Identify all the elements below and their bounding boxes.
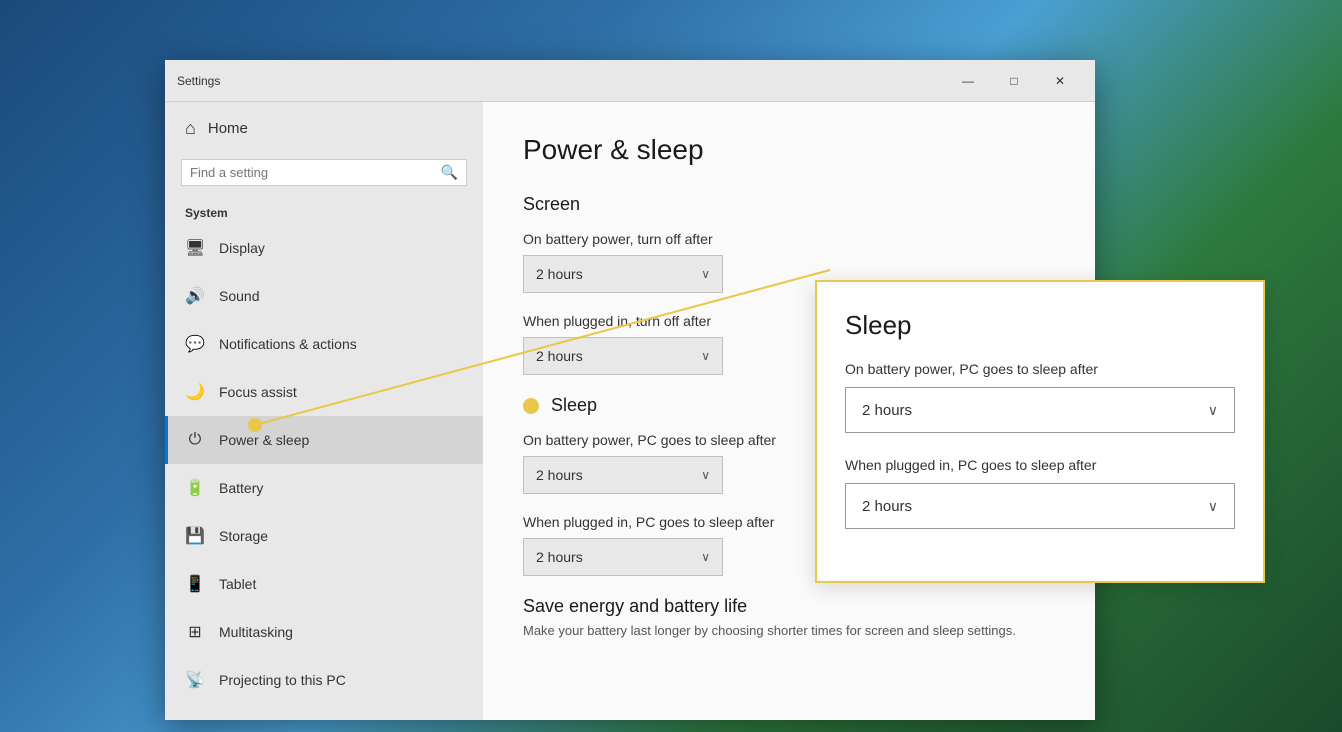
minimize-button[interactable]: — bbox=[945, 65, 991, 97]
sidebar-item-display[interactable]: 🖥 Display bbox=[165, 224, 483, 272]
screen-battery-dropdown[interactable]: 2 hours ∨ bbox=[523, 255, 723, 293]
callout-title: Sleep bbox=[845, 310, 1235, 341]
page-title: Power & sleep bbox=[523, 134, 1055, 166]
battery-icon: 🔋 bbox=[185, 478, 205, 498]
home-label: Home bbox=[208, 120, 248, 137]
sidebar-item-sound[interactable]: 🔊 Sound bbox=[165, 272, 483, 320]
callout-battery-arrow-icon: ∨ bbox=[1208, 402, 1218, 419]
sidebar: ⌂ Home 🔍 System 🖥 Display 🔊 Sound 💬 Noti… bbox=[165, 102, 483, 720]
close-button[interactable]: ✕ bbox=[1037, 65, 1083, 97]
sidebar-item-label: Projecting to this PC bbox=[219, 672, 346, 688]
callout-plugged-dropdown[interactable]: 2 hours ∨ bbox=[845, 483, 1235, 529]
sidebar-item-notifications[interactable]: 💬 Notifications & actions bbox=[165, 320, 483, 368]
sidebar-section-label: System bbox=[165, 198, 483, 224]
search-input[interactable] bbox=[190, 165, 441, 180]
sleep-plugged-dropdown[interactable]: 2 hours ∨ bbox=[523, 538, 723, 576]
sidebar-item-home[interactable]: ⌂ Home bbox=[165, 102, 483, 155]
sidebar-item-label: Storage bbox=[219, 528, 268, 544]
screen-battery-arrow-icon: ∨ bbox=[701, 267, 710, 281]
maximize-button[interactable]: □ bbox=[991, 65, 1037, 97]
save-energy-description: Make your battery last longer by choosin… bbox=[523, 623, 1055, 638]
multitasking-icon: ⊞ bbox=[185, 622, 205, 642]
callout-popup: Sleep On battery power, PC goes to sleep… bbox=[815, 280, 1265, 583]
focus-assist-icon: 🌙 bbox=[185, 382, 205, 402]
sleep-battery-dropdown[interactable]: 2 hours ∨ bbox=[523, 456, 723, 494]
search-icon: 🔍 bbox=[441, 164, 458, 181]
callout-plugged-arrow-icon: ∨ bbox=[1208, 498, 1218, 515]
sound-icon: 🔊 bbox=[185, 286, 205, 306]
notifications-icon: 💬 bbox=[185, 334, 205, 354]
sleep-dot-indicator bbox=[523, 398, 539, 414]
sleep-section-title: Sleep bbox=[551, 395, 597, 416]
screen-battery-label: On battery power, turn off after bbox=[523, 231, 1055, 247]
callout-battery-label: On battery power, PC goes to sleep after bbox=[845, 361, 1235, 377]
display-icon: 🖥 bbox=[185, 238, 205, 258]
sleep-battery-value: 2 hours bbox=[536, 467, 583, 483]
screen-battery-value: 2 hours bbox=[536, 266, 583, 282]
sidebar-item-label: Display bbox=[219, 240, 265, 256]
screen-plugged-arrow-icon: ∨ bbox=[701, 349, 710, 363]
sidebar-item-tablet[interactable]: 📱 Tablet bbox=[165, 560, 483, 608]
sidebar-item-projecting[interactable]: 📡 Projecting to this PC bbox=[165, 656, 483, 704]
projecting-icon: 📡 bbox=[185, 670, 205, 690]
save-energy-title: Save energy and battery life bbox=[523, 596, 1055, 617]
tablet-icon: 📱 bbox=[185, 574, 205, 594]
sleep-battery-arrow-icon: ∨ bbox=[701, 468, 710, 482]
sidebar-item-power-sleep[interactable]: ⏻ Power & sleep bbox=[165, 416, 483, 464]
sleep-plugged-arrow-icon: ∨ bbox=[701, 550, 710, 564]
screen-section-title: Screen bbox=[523, 194, 1055, 215]
storage-icon: 💾 bbox=[185, 526, 205, 546]
sidebar-item-label: Tablet bbox=[219, 576, 256, 592]
callout-plugged-value: 2 hours bbox=[862, 498, 912, 515]
home-icon: ⌂ bbox=[185, 118, 196, 139]
callout-battery-dropdown[interactable]: 2 hours ∨ bbox=[845, 387, 1235, 433]
sidebar-item-multitasking[interactable]: ⊞ Multitasking bbox=[165, 608, 483, 656]
sidebar-item-storage[interactable]: 💾 Storage bbox=[165, 512, 483, 560]
window-title: Settings bbox=[177, 74, 945, 88]
screen-plugged-dropdown[interactable]: 2 hours ∨ bbox=[523, 337, 723, 375]
sidebar-item-label: Notifications & actions bbox=[219, 336, 357, 352]
sidebar-item-label: Multitasking bbox=[219, 624, 293, 640]
sidebar-item-label: Power & sleep bbox=[219, 432, 309, 448]
sidebar-item-label: Focus assist bbox=[219, 384, 297, 400]
title-bar-controls: — □ ✕ bbox=[945, 65, 1083, 97]
power-sleep-icon: ⏻ bbox=[185, 431, 205, 449]
sidebar-item-focus-assist[interactable]: 🌙 Focus assist bbox=[165, 368, 483, 416]
sidebar-item-label: Sound bbox=[219, 288, 259, 304]
title-bar: Settings — □ ✕ bbox=[165, 60, 1095, 102]
callout-plugged-label: When plugged in, PC goes to sleep after bbox=[845, 457, 1235, 473]
callout-battery-value: 2 hours bbox=[862, 402, 912, 419]
search-bar: 🔍 bbox=[181, 159, 467, 186]
screen-plugged-value: 2 hours bbox=[536, 348, 583, 364]
sleep-plugged-value: 2 hours bbox=[536, 549, 583, 565]
sidebar-item-battery[interactable]: 🔋 Battery bbox=[165, 464, 483, 512]
sidebar-item-label: Battery bbox=[219, 480, 263, 496]
